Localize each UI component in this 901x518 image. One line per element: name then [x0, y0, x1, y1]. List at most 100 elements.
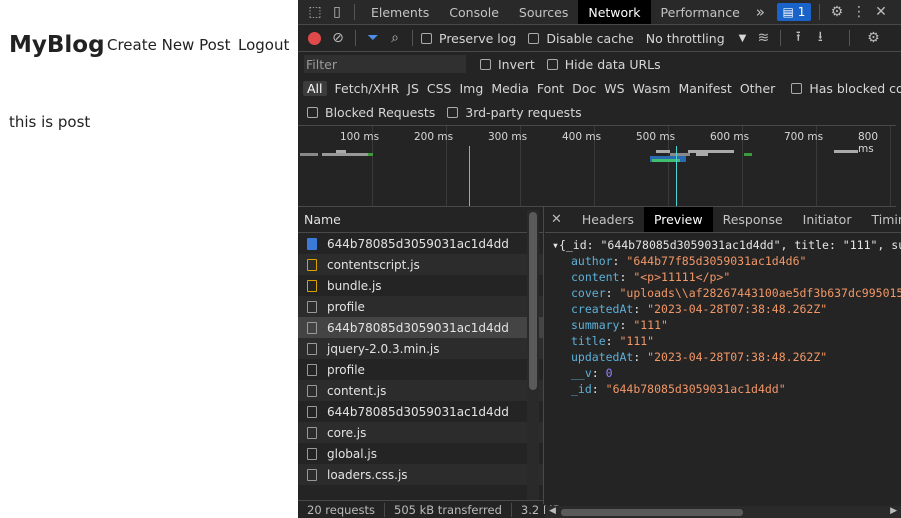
tab-elements[interactable]: Elements — [361, 0, 439, 24]
json-summary-line[interactable]: ▾{_id: "644b78085d3059031ac1d4dd", title… — [552, 237, 901, 253]
type-filter-doc[interactable]: Doc — [568, 81, 600, 96]
type-filter-font[interactable]: Font — [533, 81, 568, 96]
issues-badge[interactable]: ▤ 1 — [776, 3, 811, 21]
tab-performance[interactable]: Performance — [651, 0, 750, 24]
scrollbar-thumb[interactable] — [529, 212, 537, 390]
type-filter-other[interactable]: Other — [736, 81, 780, 96]
more-tabs-button[interactable]: » — [750, 0, 771, 24]
file-icon — [307, 405, 317, 418]
close-icon[interactable]: ✕ — [545, 212, 572, 227]
type-filter-all[interactable]: All — [303, 80, 327, 96]
scrollbar-thumb[interactable] — [561, 509, 743, 516]
request-row[interactable]: 644b78085d3059031ac1d4dd — [298, 401, 543, 422]
type-filter-ws[interactable]: WS — [600, 81, 628, 96]
request-row[interactable]: global.js — [298, 443, 543, 464]
type-filter-css[interactable]: CSS — [423, 81, 456, 96]
tab-network[interactable]: Network — [578, 0, 651, 24]
checkbox[interactable] — [528, 32, 540, 44]
logout-link[interactable]: Logout — [238, 36, 289, 54]
scroll-left-icon[interactable]: ◀ — [549, 506, 556, 516]
filter-icon[interactable]: ⏷ — [362, 27, 384, 49]
type-filter-img[interactable]: Img — [456, 81, 488, 96]
checkbox[interactable] — [421, 32, 432, 44]
tick-label: 300 ms — [488, 131, 528, 143]
import-har-icon[interactable]: ⭱ — [787, 27, 809, 49]
type-filter-media[interactable]: Media — [487, 81, 533, 96]
request-list-scrollbar[interactable] — [527, 210, 539, 500]
third-party-checkbox[interactable]: 3rd-party requests — [447, 105, 582, 120]
expand-triangle-icon[interactable]: ▾ — [552, 238, 559, 252]
scroll-right-icon[interactable]: ▶ — [890, 506, 897, 516]
filter-input[interactable]: Filter — [304, 55, 466, 73]
json-field-row: content: "<p>11111</p>" — [552, 269, 901, 285]
preserve-log-checkbox[interactable]: Preserve log — [421, 31, 516, 46]
blog-brand[interactable]: MyBlog — [9, 32, 105, 58]
json-colon: : — [633, 350, 648, 364]
device-toolbar-icon[interactable]: ▯ — [326, 1, 348, 23]
type-filter-wasm[interactable]: Wasm — [629, 81, 675, 96]
more-options-icon[interactable]: ⋮ — [848, 1, 870, 23]
timeline-overview[interactable]: 100 ms 200 ms 300 ms 400 ms 500 ms 600 m… — [298, 125, 896, 207]
json-field-row: __v: 0 — [552, 365, 901, 381]
request-row[interactable]: content.js — [298, 380, 543, 401]
type-filter-manifest[interactable]: Manifest — [674, 81, 735, 96]
json-value: "2023-04-28T07:38:48.262Z" — [647, 350, 828, 364]
checkbox[interactable] — [546, 58, 558, 70]
json-colon: : — [591, 366, 606, 380]
request-row-selected[interactable]: 644b78085d3059031ac1d4dd — [298, 317, 543, 338]
disable-cache-checkbox[interactable]: Disable cache — [528, 31, 634, 46]
blocked-requests-checkbox[interactable]: Blocked Requests — [307, 105, 435, 120]
request-row[interactable]: loaders.css.js — [298, 464, 543, 485]
json-colon: : — [619, 270, 634, 284]
json-value: "644b78085d3059031ac1d4dd" — [605, 382, 786, 396]
json-value: "111" — [619, 334, 655, 348]
hide-data-urls-label: Hide data URLs — [564, 56, 661, 72]
json-field-row: title: "111" — [552, 333, 901, 349]
request-row[interactable]: jquery-2.0.3.min.js — [298, 338, 543, 359]
throttling-select[interactable]: No throttling ▼ — [646, 31, 747, 46]
hide-data-urls-checkbox[interactable]: Hide data URLs — [546, 56, 661, 72]
inspect-element-icon[interactable]: ⬚ — [304, 1, 326, 23]
checkbox[interactable] — [307, 106, 318, 118]
export-har-icon[interactable]: ⭳ — [809, 27, 831, 49]
settings-gear-icon[interactable]: ⚙ — [826, 1, 848, 23]
tab-preview[interactable]: Preview — [643, 207, 713, 232]
request-row[interactable]: contentscript.js — [298, 254, 543, 275]
preview-horizontal-scrollbar[interactable]: ◀ ▶ — [545, 506, 901, 518]
invert-checkbox[interactable]: Invert — [480, 57, 535, 72]
tab-initiator[interactable]: Initiator — [793, 207, 862, 232]
post-text: this is post — [9, 113, 91, 131]
has-blocked-cookies-checkbox[interactable]: Has blocked cookies — [791, 81, 901, 96]
type-filter-js[interactable]: JS — [403, 81, 423, 96]
request-name: core.js — [327, 425, 367, 440]
request-name: content.js — [327, 383, 387, 398]
type-filter-fetch-xhr[interactable]: Fetch/XHR — [331, 81, 404, 96]
request-row[interactable]: profile — [298, 296, 543, 317]
request-row[interactable]: profile — [298, 359, 543, 380]
tab-response[interactable]: Response — [713, 207, 793, 232]
create-post-link[interactable]: Create New Post — [107, 36, 230, 54]
request-row[interactable]: bundle.js — [298, 275, 543, 296]
name-column-header[interactable]: Name — [298, 207, 543, 233]
search-icon[interactable]: ⌕ — [384, 27, 406, 49]
close-icon[interactable]: ✕ — [870, 1, 892, 23]
checkbox[interactable] — [447, 106, 459, 118]
network-settings-icon[interactable]: ⚙ — [862, 27, 884, 49]
tab-sources[interactable]: Sources — [509, 0, 578, 24]
request-row[interactable]: core.js — [298, 422, 543, 443]
checkbox[interactable] — [791, 82, 803, 94]
json-key: summary — [571, 318, 620, 332]
separator — [298, 51, 901, 52]
script-icon — [307, 258, 317, 271]
network-conditions-icon[interactable]: ≋ — [752, 27, 774, 49]
record-icon[interactable] — [308, 31, 321, 45]
clear-icon[interactable]: ⊘ — [327, 27, 349, 49]
tab-headers[interactable]: Headers — [572, 207, 644, 232]
tab-timing[interactable]: Timing — [861, 207, 901, 232]
checkbox[interactable] — [480, 58, 491, 70]
request-list: Name 644b78085d3059031ac1d4dd contentscr… — [298, 207, 544, 504]
tick-label: 500 ms — [636, 131, 676, 143]
request-row[interactable]: 644b78085d3059031ac1d4dd — [298, 233, 543, 254]
invert-label: Invert — [498, 56, 535, 72]
tab-console[interactable]: Console — [439, 0, 509, 24]
